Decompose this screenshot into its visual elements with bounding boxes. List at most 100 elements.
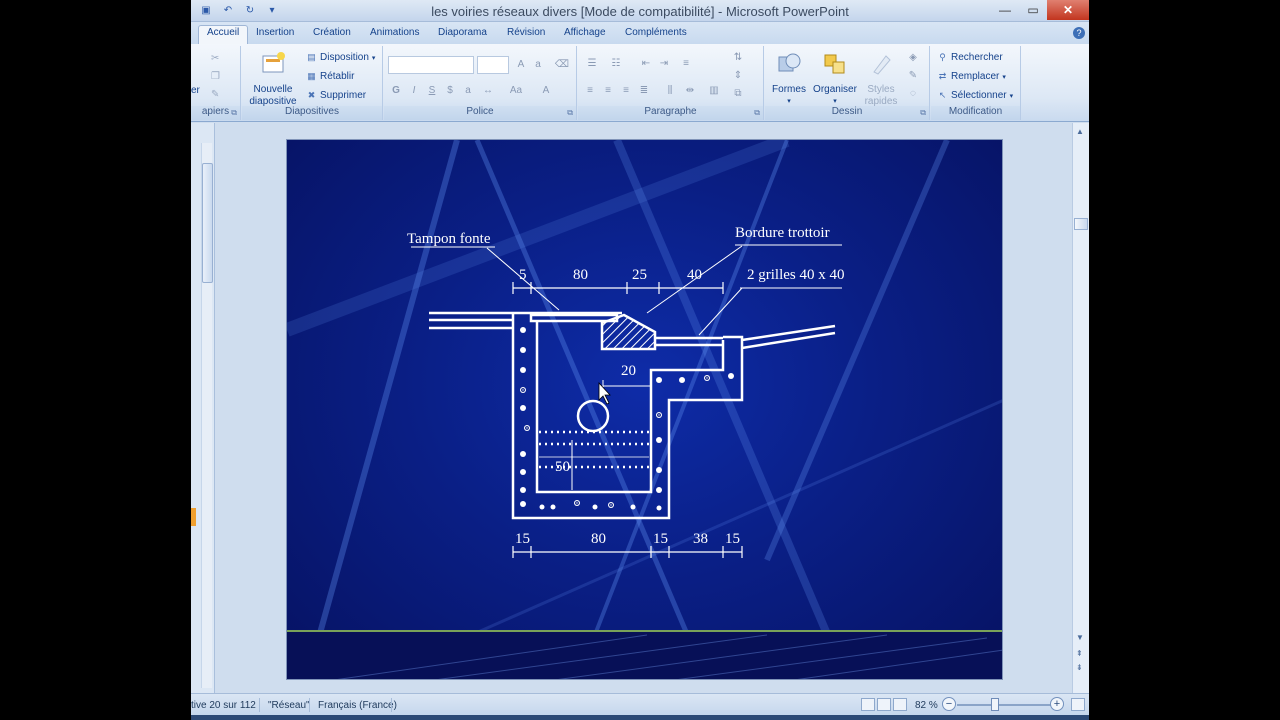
tab-complements[interactable]: Compléments [617,26,695,44]
scroll-up-icon[interactable]: ▲ [1076,127,1084,136]
clear-format-icon[interactable]: ⌫ [554,57,570,73]
reset-icon: ▦ [307,71,316,81]
case-icon[interactable]: Aa [508,83,524,99]
strikethrough-icon[interactable]: a [460,83,476,99]
help-icon[interactable]: ? [1073,27,1085,39]
delete-slide-icon: ✖ [307,90,316,100]
tab-creation[interactable]: Création [305,26,359,44]
paste-button[interactable]: er [191,82,200,99]
grow-font-icon[interactable]: A [513,57,529,73]
font-color-icon[interactable]: A [538,83,554,99]
bullets-icon[interactable]: ☰ [584,56,600,72]
cut-icon[interactable]: ✂ [211,50,219,67]
copy-icon[interactable]: ❐ [211,68,220,85]
disposition-label: Disposition [320,52,369,63]
group-clipboard: ✂ ❐ ✎ er apiers ⧉ [191,46,241,120]
new-slide-button[interactable]: Nouvelle diapositive [246,50,300,108]
zoom-slider-knob[interactable] [991,698,999,711]
italic-icon[interactable]: I [406,83,422,99]
scroll-down-icon[interactable]: ▼ [1076,633,1084,642]
group-font: A a ⌫ G I S $ a ↔ Aa A Police ⧉ [384,46,577,120]
paragraph-dialog-launcher-icon[interactable]: ⧉ [754,108,760,118]
shape-outline-icon[interactable]: ✎ [905,68,921,84]
font-dialog-launcher-icon[interactable]: ⧉ [567,108,573,118]
tab-revision[interactable]: Révision [499,26,553,44]
rechercher-button[interactable]: ⚲ Rechercher [937,49,1003,66]
normal-view-icon[interactable] [861,698,875,711]
group-label-font: Police [384,106,576,120]
line-spacing-icon[interactable]: ≡ [678,56,694,72]
spacing-icon[interactable]: ↔ [480,83,496,99]
dim-bottom-15b: 15 [653,531,668,547]
status-divider [309,698,310,712]
text-direction-icon[interactable]: ⇅ [730,50,746,66]
group-label-editing: Modification [931,106,1020,120]
maximize-button[interactable]: ▭ [1019,0,1047,20]
decrease-indent-icon[interactable]: ⇤ [638,56,654,72]
dim-bottom-80: 80 [591,531,606,547]
slideshow-icon[interactable] [893,698,907,711]
shrink-font-icon[interactable]: a [530,57,546,73]
slide-sorter-icon[interactable] [877,698,891,711]
formes-label: Formes [772,84,806,95]
tab-diaporama[interactable]: Diaporama [430,26,495,44]
format-painter-icon[interactable]: ✎ [211,86,219,103]
zoom-level[interactable]: 82 % [915,700,938,711]
columns-icon[interactable]: ▥ [706,83,722,99]
fit-to-window-icon[interactable] [1071,698,1085,711]
status-divider [259,698,260,712]
underline-icon[interactable]: S [424,83,440,99]
ribbon: ✂ ❐ ✎ er apiers ⧉ Nouvelle diapositive ▤… [191,44,1089,122]
tab-animations[interactable]: Animations [362,26,427,44]
retablir-button[interactable]: ▦ Rétablir [306,68,354,85]
vertical-scrollbar[interactable]: ▲ ▼ ⇞ ⇟ [1072,123,1089,693]
justify-icon[interactable]: ≣ [636,83,652,99]
font-size-combo[interactable] [477,56,509,74]
zoom-out-icon[interactable]: − [942,697,956,711]
formes-button[interactable]: Formes ▾ [769,50,809,108]
scroll-thumb[interactable] [1074,218,1088,230]
styles-rapides-button[interactable]: Styles rapides [861,50,901,108]
dim-bottom-38: 38 [693,531,708,547]
tab-insertion[interactable]: Insertion [248,26,302,44]
align-text-icon[interactable]: ⇕ [730,68,746,84]
group-label-drawing: Dessin [765,106,929,120]
thumbnail-scroll-thumb[interactable] [202,163,213,283]
supprimer-button[interactable]: ✖ Supprimer [306,87,366,104]
thumbnail-scrollbar[interactable] [201,143,213,688]
align-right-icon[interactable]: ≡ [618,83,634,99]
rtl-icon[interactable]: ⇹ [682,83,698,99]
minimize-button[interactable]: — [991,0,1019,20]
shape-effects-icon[interactable]: ◌ [905,86,921,102]
disposition-button[interactable]: ▤ Disposition ▾ [306,49,375,66]
close-button[interactable]: ✕ [1047,0,1089,20]
smartart-icon[interactable]: ⧉ [730,86,746,102]
bottom-accent [287,630,1002,679]
bold-icon[interactable]: G [388,83,404,99]
group-slides: Nouvelle diapositive ▤ Disposition ▾ ▦ Réta… [242,46,383,120]
align-left-icon[interactable]: ≡ [582,83,598,99]
organiser-button[interactable]: Organiser ▾ [811,50,859,108]
dialog-launcher-icon[interactable]: ⧉ [231,108,237,118]
font-name-combo[interactable] [388,56,474,74]
numbering-icon[interactable]: ☷ [608,56,624,72]
remplacer-button[interactable]: ⇄ Remplacer ▾ [937,68,1006,85]
status-divider [391,698,392,712]
zoom-in-icon[interactable]: + [1050,697,1064,711]
tab-accueil[interactable]: Accueil [198,25,249,44]
ribbon-tabs: Accueil Insertion Création Animations Di… [191,22,1089,44]
shape-fill-icon[interactable]: ◈ [905,50,921,66]
distribute-icon[interactable]: ⫼ [662,83,678,99]
language-status[interactable]: Français (France) [318,700,397,711]
tab-affichage[interactable]: Affichage [556,26,614,44]
zoom-slider[interactable] [957,704,1057,706]
dim-top-25: 25 [632,267,647,283]
increase-indent-icon[interactable]: ⇥ [656,56,672,72]
align-center-icon[interactable]: ≡ [600,83,616,99]
shadow-icon[interactable]: $ [442,83,458,99]
previous-slide-icon[interactable]: ⇞ [1076,649,1083,658]
selectionner-button[interactable]: ↖ Sélectionner ▾ [937,87,1013,104]
drawing-dialog-launcher-icon[interactable]: ⧉ [920,108,926,118]
slide-canvas[interactable]: Tampon fonte Bordure trottoir 2 grilles … [286,139,1003,680]
next-slide-icon[interactable]: ⇟ [1076,663,1083,672]
